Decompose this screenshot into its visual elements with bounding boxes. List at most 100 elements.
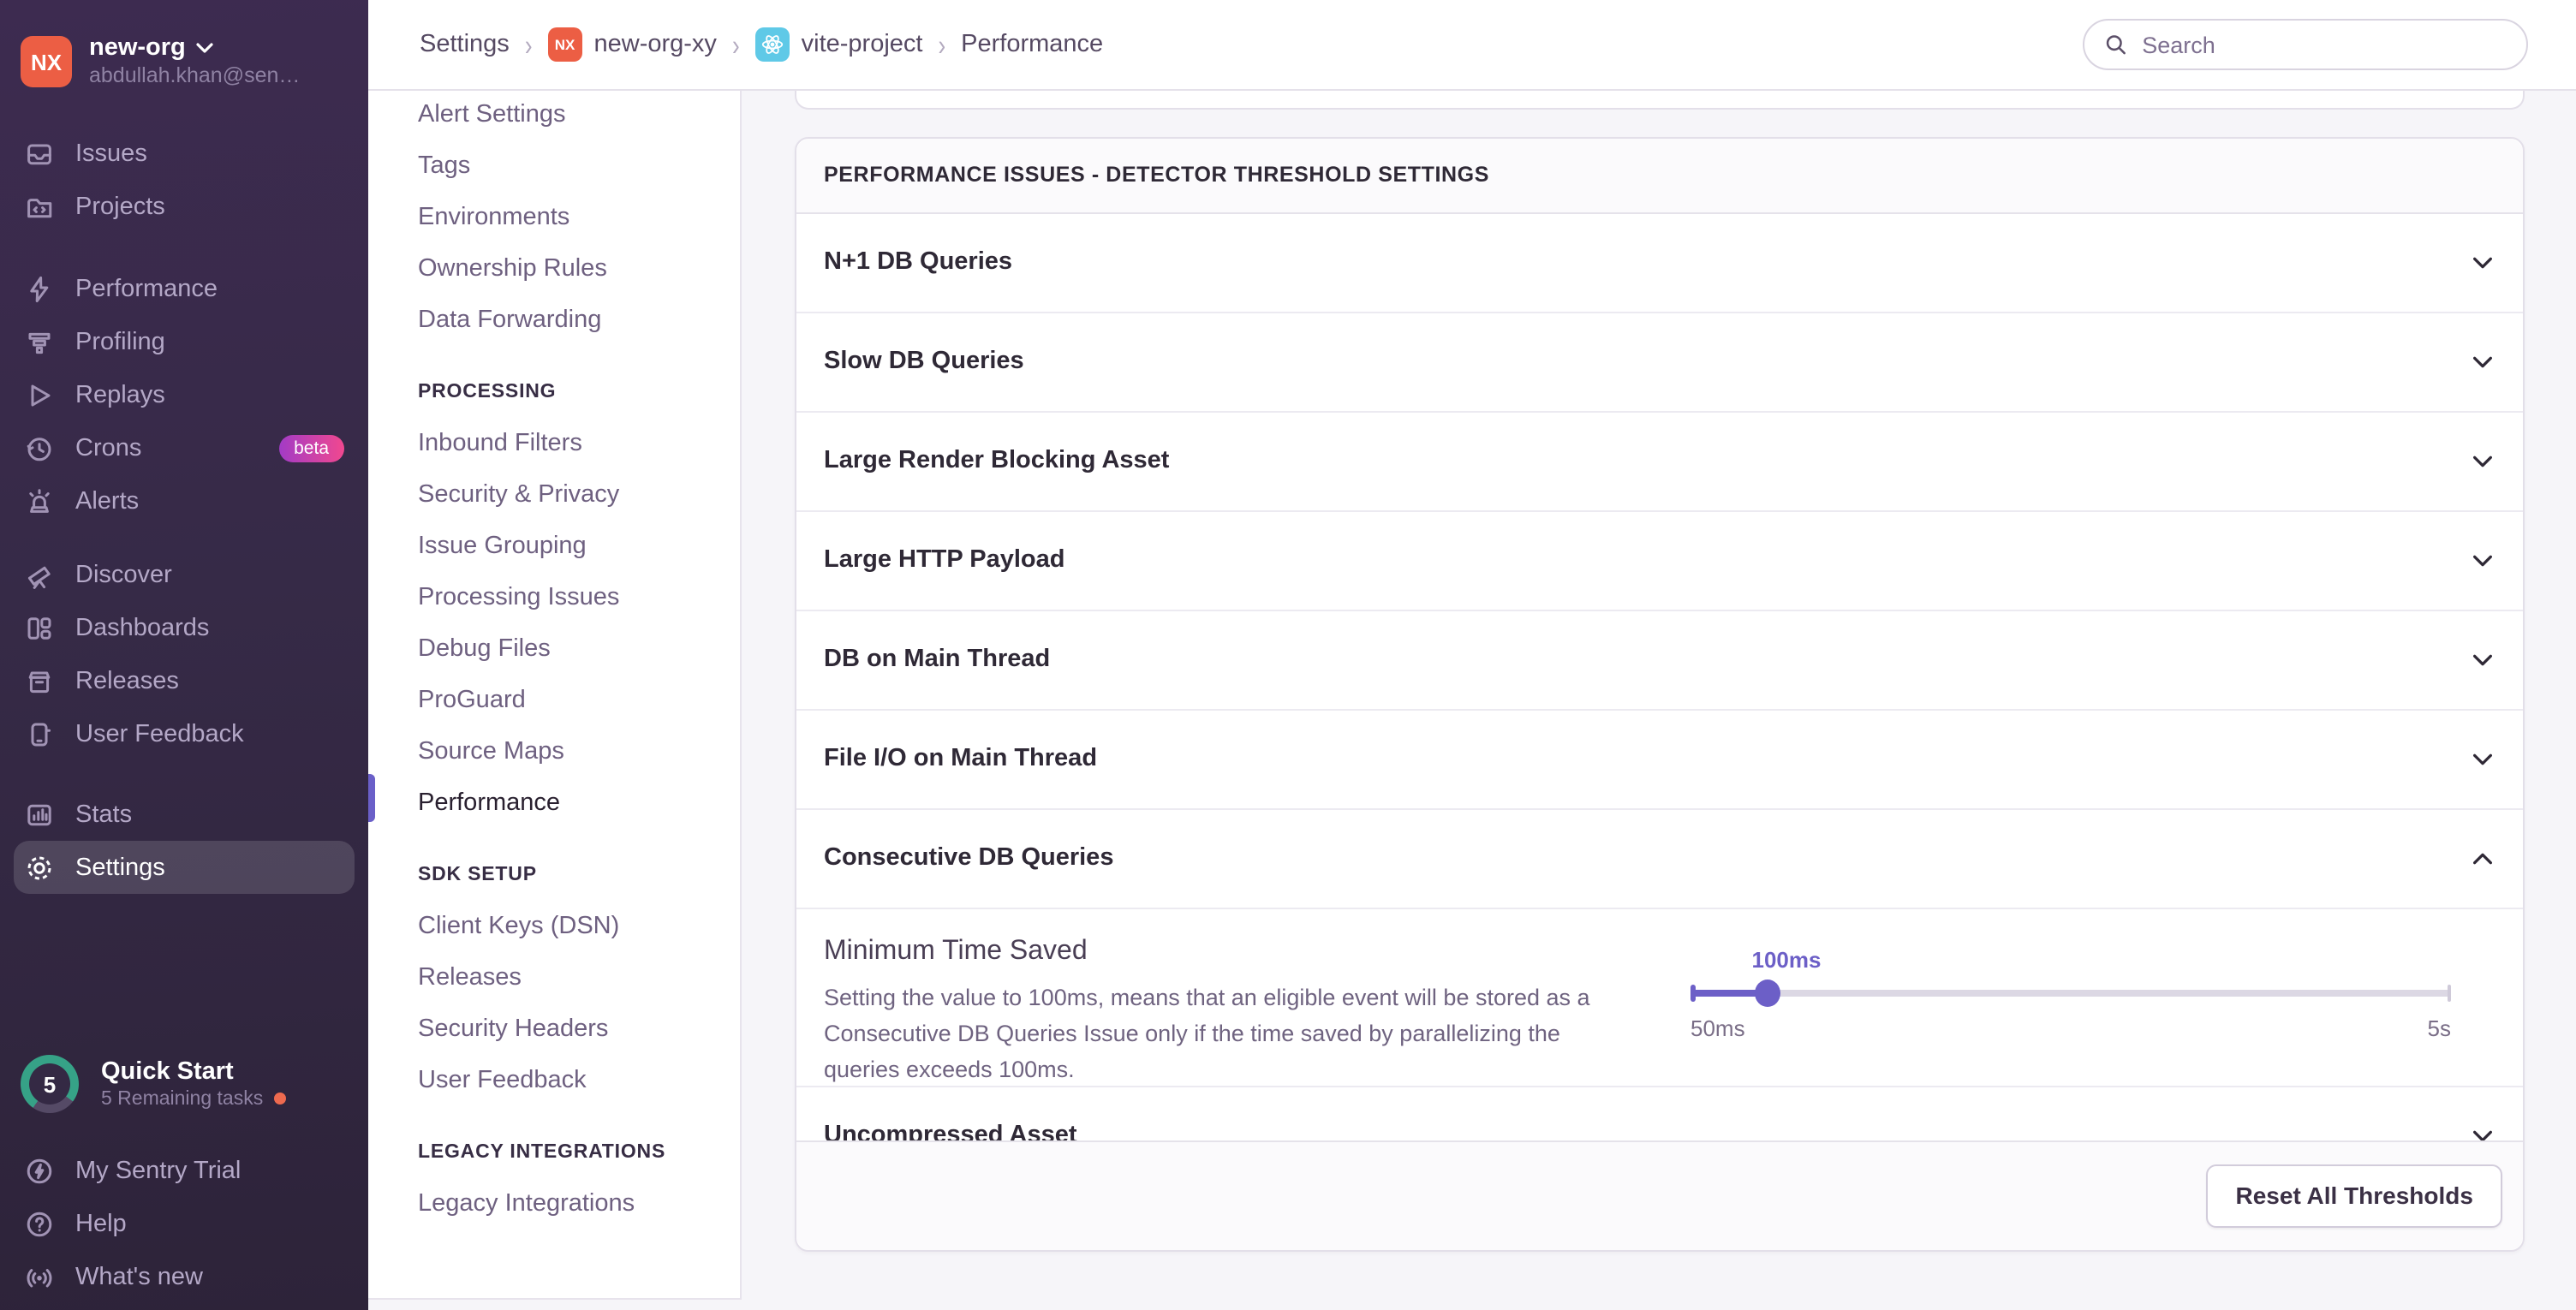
chevron-down-icon bbox=[196, 41, 215, 55]
settings-nav: Alert Settings Tags Environments Ownersh… bbox=[368, 89, 742, 1300]
settings-nav-user-feedback[interactable]: User Feedback bbox=[418, 1055, 740, 1106]
slider-max-label: 5s bbox=[2428, 1015, 2451, 1040]
breadcrumb-separator-icon: › bbox=[732, 28, 740, 62]
quick-start-count: 5 bbox=[21, 1055, 79, 1113]
setting-description: Setting the value to 100ms, means that a… bbox=[824, 979, 1625, 1087]
sidebar-item-label: Settings bbox=[75, 854, 165, 881]
primary-sidebar: NX new-org abdullah.khan@sen… Issues Pro… bbox=[0, 0, 368, 1310]
sidebar-item-crons[interactable]: Crons beta bbox=[14, 421, 355, 474]
top-bar: Settings › NX new-org-xy › vite-project … bbox=[368, 0, 2576, 91]
reset-all-thresholds-button[interactable]: Reset All Thresholds bbox=[2207, 1164, 2503, 1227]
settings-nav-heading-sdk-setup: SDK SETUP bbox=[418, 849, 740, 901]
chevron-up-icon[interactable] bbox=[2470, 845, 2496, 871]
user-feedback-icon bbox=[24, 718, 55, 749]
sidebar-item-label: Replays bbox=[75, 381, 165, 408]
sidebar-item-settings[interactable]: Settings bbox=[14, 841, 355, 894]
releases-icon bbox=[24, 665, 55, 696]
detector-row-db-on-main-thread[interactable]: DB on Main Thread bbox=[796, 610, 2523, 710]
performance-icon bbox=[24, 273, 55, 304]
settings-nav-data-forwarding[interactable]: Data Forwarding bbox=[418, 295, 740, 346]
detector-row-large-http-payload[interactable]: Large HTTP Payload bbox=[796, 511, 2523, 610]
chevron-down-icon[interactable] bbox=[2470, 448, 2496, 473]
settings-nav-security-privacy[interactable]: Security & Privacy bbox=[418, 469, 740, 521]
chevron-down-icon[interactable] bbox=[2470, 348, 2496, 374]
detector-row-large-render-blocking-asset[interactable]: Large Render Blocking Asset bbox=[796, 412, 2523, 511]
panel-header: PERFORMANCE ISSUES - DETECTOR THRESHOLD … bbox=[796, 138, 2523, 213]
settings-nav-performance[interactable]: Performance bbox=[418, 777, 740, 829]
breadcrumb-settings[interactable]: Settings bbox=[420, 31, 510, 58]
breadcrumb: Settings › NX new-org-xy › vite-project … bbox=[368, 27, 1103, 62]
detector-row-file-io-on-main-thread[interactable]: File I/O on Main Thread bbox=[796, 710, 2523, 809]
detector-row-n-plus-one-db-queries[interactable]: N+1 DB Queries bbox=[796, 213, 2523, 313]
stats-icon bbox=[24, 799, 55, 830]
org-email: abdullah.khan@sen… bbox=[89, 64, 300, 91]
sidebar-item-help[interactable]: Help bbox=[14, 1197, 355, 1250]
settings-nav-tags[interactable]: Tags bbox=[418, 140, 740, 192]
settings-nav-releases[interactable]: Releases bbox=[418, 952, 740, 1003]
settings-nav-proguard[interactable]: ProGuard bbox=[418, 675, 740, 726]
breadcrumb-organization[interactable]: NX new-org-xy bbox=[548, 27, 717, 62]
panel-footer: Reset All Thresholds bbox=[796, 1140, 2523, 1249]
settings-nav-ownership-rules[interactable]: Ownership Rules bbox=[418, 243, 740, 295]
sidebar-item-profiling[interactable]: Profiling bbox=[14, 315, 355, 368]
notification-dot bbox=[273, 1093, 285, 1105]
settings-icon bbox=[24, 852, 55, 883]
chevron-down-icon[interactable] bbox=[2470, 646, 2496, 672]
issues-icon bbox=[24, 138, 55, 169]
minimum-time-saved-slider: 100ms 50ms 5s bbox=[1690, 946, 2451, 1049]
sidebar-item-discover[interactable]: Discover bbox=[14, 548, 355, 601]
crons-icon bbox=[24, 432, 55, 463]
detector-row-slow-db-queries[interactable]: Slow DB Queries bbox=[796, 313, 2523, 412]
quick-start-title: Quick Start bbox=[101, 1059, 285, 1089]
breadcrumb-separator-icon: › bbox=[525, 28, 533, 62]
main-content: PERFORMANCE ISSUES - DETECTOR THRESHOLD … bbox=[742, 89, 2576, 1310]
sidebar-item-label: What's new bbox=[75, 1263, 203, 1290]
search-icon bbox=[2105, 33, 2126, 57]
sidebar-item-my-sentry-trial[interactable]: My Sentry Trial bbox=[14, 1144, 355, 1197]
sidebar-item-label: My Sentry Trial bbox=[75, 1157, 241, 1184]
sidebar-item-stats[interactable]: Stats bbox=[14, 788, 355, 841]
settings-nav-security-headers[interactable]: Security Headers bbox=[418, 1003, 740, 1055]
sidebar-item-label: Performance bbox=[75, 275, 218, 302]
sidebar-item-label: Profiling bbox=[75, 328, 165, 355]
settings-nav-source-maps[interactable]: Source Maps bbox=[418, 726, 740, 777]
consecutive-db-queries-settings: Minimum Time Saved Setting the value to … bbox=[796, 908, 2523, 1087]
slider-track[interactable] bbox=[1690, 989, 2451, 996]
sidebar-item-issues[interactable]: Issues bbox=[14, 127, 355, 180]
settings-nav-client-keys[interactable]: Client Keys (DSN) bbox=[418, 901, 740, 952]
sidebar-item-alerts[interactable]: Alerts bbox=[14, 474, 355, 527]
settings-nav-processing-issues[interactable]: Processing Issues bbox=[418, 572, 740, 623]
settings-nav-inbound-filters[interactable]: Inbound Filters bbox=[418, 418, 740, 469]
settings-nav-environments[interactable]: Environments bbox=[418, 192, 740, 243]
breadcrumb-project[interactable]: vite-project bbox=[755, 27, 923, 62]
quick-start-subtitle: 5 Remaining tasks bbox=[101, 1088, 263, 1109]
settings-nav-issue-grouping[interactable]: Issue Grouping bbox=[418, 521, 740, 572]
slider-value-label: 100ms bbox=[1735, 946, 1838, 972]
sidebar-item-label: Projects bbox=[75, 193, 165, 220]
search-input[interactable] bbox=[2138, 30, 2506, 59]
slider-right-cap bbox=[2448, 984, 2451, 1001]
search-box[interactable] bbox=[2083, 19, 2528, 70]
beta-badge: beta bbox=[278, 434, 344, 461]
help-icon bbox=[24, 1208, 55, 1239]
settings-nav-alert-settings[interactable]: Alert Settings bbox=[418, 89, 740, 140]
sidebar-item-whats-new[interactable]: What's new bbox=[14, 1250, 355, 1303]
chevron-down-icon[interactable] bbox=[2470, 746, 2496, 771]
slider-left-cap bbox=[1690, 984, 1696, 1001]
sidebar-item-replays[interactable]: Replays bbox=[14, 368, 355, 421]
chevron-down-icon[interactable] bbox=[2470, 547, 2496, 573]
sidebar-item-performance[interactable]: Performance bbox=[14, 262, 355, 315]
org-switcher[interactable]: NX new-org abdullah.khan@sen… bbox=[0, 0, 368, 103]
sidebar-item-dashboards[interactable]: Dashboards bbox=[14, 601, 355, 654]
settings-nav-debug-files[interactable]: Debug Files bbox=[418, 623, 740, 675]
breadcrumb-separator-icon: › bbox=[938, 28, 945, 62]
sidebar-item-user-feedback[interactable]: User Feedback bbox=[14, 707, 355, 760]
settings-nav-legacy-integrations[interactable]: Legacy Integrations bbox=[418, 1178, 740, 1230]
sidebar-item-releases[interactable]: Releases bbox=[14, 654, 355, 707]
quick-start[interactable]: 5 Quick Start 5 Remaining tasks bbox=[21, 1055, 355, 1113]
sidebar-item-label: Issues bbox=[75, 140, 147, 167]
detector-row-consecutive-db-queries[interactable]: Consecutive DB Queries bbox=[796, 809, 2523, 908]
sidebar-item-projects[interactable]: Projects bbox=[14, 180, 355, 233]
chevron-down-icon[interactable] bbox=[2470, 249, 2496, 275]
slider-thumb[interactable] bbox=[1755, 979, 1780, 1006]
